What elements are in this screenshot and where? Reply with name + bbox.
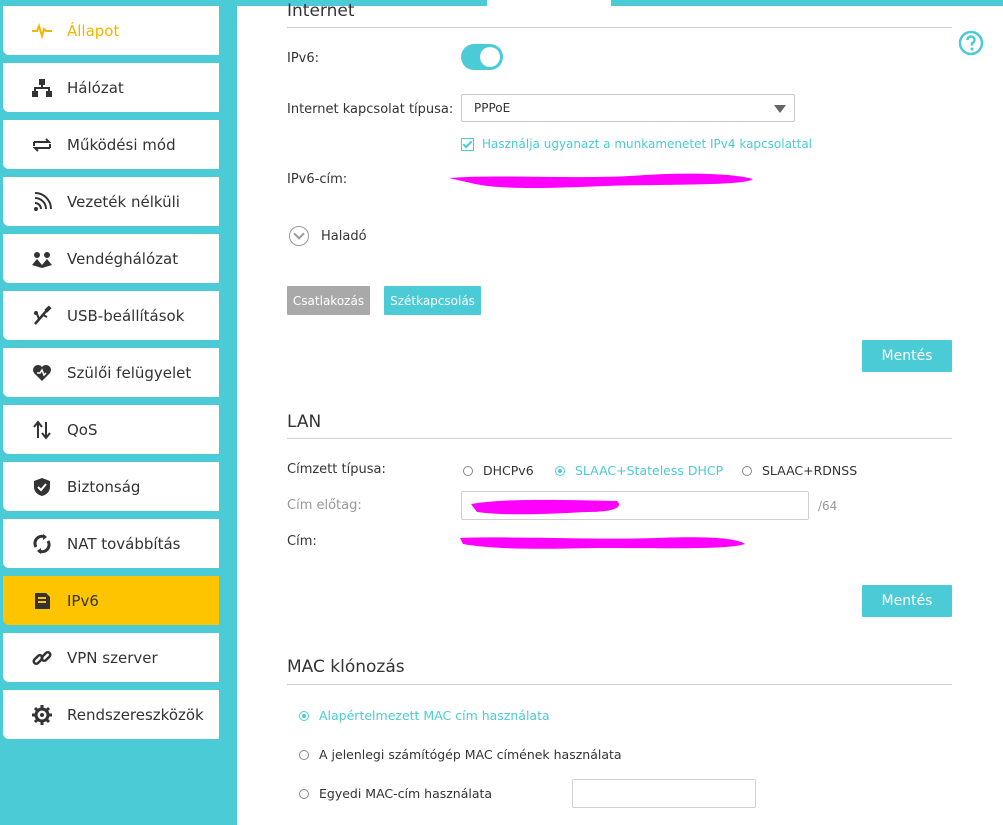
sidebar-item-label: Hálózat bbox=[67, 78, 124, 97]
radio-label: A jelenlegi számítógép MAC címének haszn… bbox=[319, 747, 622, 762]
sidebar-item-vendeghalozat[interactable]: Vendéghálózat bbox=[3, 234, 219, 283]
same-session-checkbox[interactable] bbox=[461, 137, 474, 151]
sidebar-item-label: IPv6 bbox=[67, 591, 99, 610]
sidebar-item-vezetek-nelkuli[interactable]: Vezeték nélküli bbox=[3, 177, 219, 226]
sidebar-item-label: Vezeték nélküli bbox=[67, 192, 180, 211]
section-divider bbox=[287, 27, 952, 28]
sidebar-item-label: Rendszereszközök bbox=[67, 705, 204, 724]
usb-icon bbox=[31, 304, 53, 327]
custom-mac-input[interactable] bbox=[572, 779, 756, 808]
radio-button[interactable] bbox=[299, 710, 309, 721]
sidebar-item-usb-beallitasok[interactable]: USB-beállítások bbox=[3, 291, 219, 340]
sidebar-item-vpn-szerver[interactable]: VPN szerver bbox=[3, 633, 219, 682]
sidebar-item-szuloi-felugyelet[interactable]: Szülői felügyelet bbox=[3, 348, 219, 397]
sidebar-item-label: Szülői felügyelet bbox=[67, 363, 192, 382]
radio-label: DHCPv6 bbox=[483, 463, 534, 478]
ipv6-document-icon bbox=[31, 590, 53, 612]
sidebar-item-label: NAT továbbítás bbox=[67, 534, 181, 553]
main-panel: Internet IPv6: Internet kapcsolat típusa… bbox=[237, 0, 1003, 825]
radio-custom-mac[interactable]: Egyedi MAC-cím használata bbox=[299, 786, 492, 801]
expand-icon bbox=[289, 226, 309, 246]
shield-icon bbox=[31, 476, 53, 498]
sidebar-item-label: USB-beállítások bbox=[67, 306, 185, 325]
sidebar-item-label: VPN szerver bbox=[67, 648, 158, 667]
radio-button[interactable] bbox=[463, 465, 473, 476]
connection-type-value: PPPoE bbox=[474, 101, 511, 115]
address-label: Cím: bbox=[287, 534, 317, 549]
sidebar-item-label: QoS bbox=[67, 420, 98, 439]
sidebar-item-biztonsag[interactable]: Biztonság bbox=[3, 462, 219, 511]
section-title-mac-clone: MAC klónozás bbox=[287, 657, 405, 677]
sidebar-item-label: Működési mód bbox=[67, 135, 176, 154]
section-divider bbox=[287, 438, 952, 439]
sidebar-item-ipv6[interactable]: IPv6 bbox=[3, 576, 219, 625]
radio-slaac-stateless-dhcp[interactable]: SLAAC+Stateless DHCP bbox=[555, 463, 723, 478]
sidebar-item-nat-tovabbitas[interactable]: NAT továbbítás bbox=[3, 519, 219, 568]
ipv6-label: IPv6: bbox=[287, 51, 320, 66]
radio-label: SLAAC+Stateless DHCP bbox=[575, 463, 724, 478]
sidebar: Állapot Hálózat Működési mód Vezeték nél… bbox=[0, 0, 237, 825]
radio-default-mac[interactable]: Alapértelmezett MAC cím használata bbox=[299, 708, 550, 723]
chevron-down-icon bbox=[774, 105, 786, 113]
sidebar-item-rendszereszkozok[interactable]: Rendszereszközök bbox=[3, 690, 219, 739]
save-button-lan[interactable]: Mentés bbox=[862, 585, 952, 617]
connection-type-label: Internet kapcsolat típusa: bbox=[287, 102, 454, 117]
wifi-icon bbox=[31, 191, 53, 213]
section-title-lan: LAN bbox=[287, 412, 322, 432]
activity-icon bbox=[31, 20, 53, 42]
radio-label: Alapértelmezett MAC cím használata bbox=[319, 708, 550, 723]
toggle-knob bbox=[480, 47, 500, 67]
radio-slaac-rdnss[interactable]: SLAAC+RDNSS bbox=[742, 463, 857, 478]
sidebar-item-halozat[interactable]: Hálózat bbox=[3, 63, 219, 112]
same-session-label: Használja ugyanazt a munkamenetet IPv4 k… bbox=[482, 137, 813, 151]
redaction-mark bbox=[449, 173, 753, 188]
gear-icon bbox=[31, 704, 53, 726]
nat-forwarding-icon bbox=[31, 533, 53, 555]
radio-button[interactable] bbox=[555, 465, 565, 476]
disconnect-button[interactable]: Szétkapcsolás bbox=[384, 286, 481, 315]
redaction-mark bbox=[460, 537, 745, 549]
sidebar-item-mukodesi-mod[interactable]: Működési mód bbox=[3, 120, 219, 169]
connection-type-select[interactable]: PPPoE bbox=[461, 94, 795, 122]
sidebar-item-label: Biztonság bbox=[67, 477, 141, 496]
same-session-checkbox-row[interactable]: Használja ugyanazt a munkamenetet IPv4 k… bbox=[461, 137, 812, 151]
section-divider bbox=[287, 684, 952, 685]
radio-dhcpv6[interactable]: DHCPv6 bbox=[463, 463, 534, 478]
radio-button[interactable] bbox=[299, 788, 309, 799]
help-icon[interactable] bbox=[958, 30, 984, 56]
sidebar-item-label: Állapot bbox=[67, 21, 120, 40]
heart-icon bbox=[31, 362, 53, 384]
ipv6-toggle[interactable] bbox=[461, 44, 503, 70]
radio-button[interactable] bbox=[299, 749, 309, 760]
top-tab-strip bbox=[237, 0, 487, 6]
advanced-toggle[interactable]: Haladó bbox=[289, 226, 367, 246]
redaction-mark bbox=[471, 499, 620, 515]
prefix-label: Cím előtag: bbox=[287, 498, 362, 513]
top-tab-strip bbox=[611, 0, 1003, 6]
mode-switch-icon bbox=[31, 134, 53, 156]
prefix-suffix: /64 bbox=[818, 499, 838, 513]
radio-current-computer-mac[interactable]: A jelenlegi számítógép MAC címének haszn… bbox=[299, 747, 622, 762]
address-type-label: Címzett típusa: bbox=[287, 462, 386, 477]
network-icon bbox=[31, 77, 53, 99]
sidebar-item-allapot[interactable]: Állapot bbox=[3, 6, 219, 55]
ipv6-address-label: IPv6-cím: bbox=[287, 172, 348, 187]
sidebar-item-label: Vendéghálózat bbox=[67, 249, 179, 268]
sidebar-item-qos[interactable]: QoS bbox=[3, 405, 219, 454]
save-button-internet[interactable]: Mentés bbox=[862, 340, 952, 372]
guest-network-icon bbox=[31, 248, 53, 270]
radio-label: SLAAC+RDNSS bbox=[762, 463, 858, 478]
section-title-internet: Internet bbox=[287, 1, 355, 21]
radio-button[interactable] bbox=[742, 465, 752, 476]
vpn-link-icon bbox=[31, 647, 53, 669]
connect-button[interactable]: Csatlakozás bbox=[287, 286, 370, 315]
radio-label: Egyedi MAC-cím használata bbox=[319, 786, 493, 801]
qos-arrows-icon bbox=[31, 419, 53, 441]
advanced-label: Haladó bbox=[321, 228, 367, 244]
